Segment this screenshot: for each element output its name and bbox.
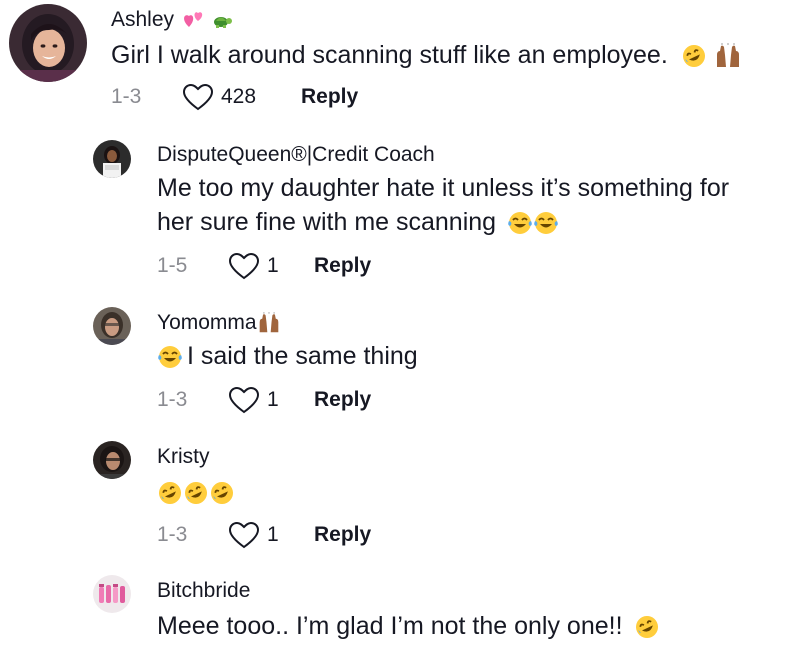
comment-date: 1-3 [157,388,188,411]
tears-of-joy-emoji-icon [157,344,183,370]
comment-username[interactable]: Kristy [157,445,210,469]
avatar-ashley[interactable] [9,4,87,82]
comment-text: I said the same thing [157,339,418,373]
comment-text [157,475,235,509]
comment-text: Me too my daughter hate it unless it’s s… [157,171,729,239]
comment-ashley: Ashley Girl I walk around scanning stuff… [0,0,790,130]
comment-meta: 1-3 1 Reply [157,520,457,550]
comment-text-line: Me too my daughter hate it unless it’s s… [157,174,730,202]
tears-of-joy-emoji-icon [507,210,533,236]
two-hearts-emoji-icon [183,10,205,30]
heart-outline-icon [229,521,259,549]
tears-of-joy-emoji-icon [533,210,559,236]
comment-username[interactable]: Yomomma [157,311,281,335]
comment-date: 1-3 [111,85,142,108]
raised-hands-emoji-icon [714,43,742,69]
comment-kristy: Kristy 1-3 1 Reply [0,435,790,570]
like-count: 428 [221,85,257,108]
reply-button[interactable]: Reply [301,82,358,112]
comment-text: Girl I walk around scanning stuff like a… [111,38,742,72]
comment-date: 1-3 [157,523,188,546]
rofl-emoji-icon [681,43,707,69]
like-count: 1 [267,523,279,546]
avatar-kristy[interactable] [93,441,131,479]
avatar-disputequeen[interactable] [93,140,131,178]
comment-text-content: Girl I walk around scanning stuff like a… [111,41,668,69]
rofl-emoji-icon [183,480,209,506]
comment-username[interactable]: DisputeQueen®|Credit Coach [157,143,435,167]
comment-disputequeen: DisputeQueen®|Credit Coach Me too my dau… [0,130,790,300]
username-text: Yomomma [157,311,257,334]
comment-meta: 1-3 428 Reply [111,82,411,112]
comment-username[interactable]: Bitchbride [157,579,250,603]
comment-text-content: Meee tooo.. I’m glad I’m not the only on… [157,612,623,640]
comment-bitchbride: Bitchbride Meee tooo.. I’m glad I’m not … [0,570,790,650]
comment-text-content: her sure fine with me scanning [157,208,497,236]
like-button[interactable]: 1 [229,251,279,281]
like-button[interactable]: 1 [229,520,279,550]
comment-date: 1-5 [157,254,188,277]
raised-hands-emoji-icon [257,312,281,334]
username-text: DisputeQueen®|Credit Coach [157,143,435,166]
reply-button[interactable]: Reply [314,385,371,415]
like-count: 1 [267,388,279,411]
like-button[interactable]: 428 [183,82,256,112]
username-text: Bitchbride [157,579,251,602]
rofl-emoji-icon [209,480,235,506]
username-text: Ashley [111,8,175,31]
reply-button[interactable]: Reply [314,520,371,550]
turtle-emoji-icon [211,10,233,30]
username-text: Kristy [157,445,210,468]
heart-outline-icon [183,83,213,111]
rofl-emoji-icon [157,480,183,506]
avatar-bitchbride[interactable] [93,575,131,613]
comment-meta: 1-3 1 Reply [157,385,457,415]
rofl-emoji-icon [634,614,660,640]
comment-meta: 1-5 1 Reply [157,251,457,281]
heart-outline-icon [229,386,259,414]
comment-text: Meee tooo.. I’m glad I’m not the only on… [157,609,660,643]
comment-text-content: I said the same thing [187,342,418,370]
reply-button[interactable]: Reply [314,251,371,281]
comment-username[interactable]: Ashley [111,8,233,32]
like-count: 1 [267,254,279,277]
like-button[interactable]: 1 [229,385,279,415]
avatar-yomomma[interactable] [93,307,131,345]
comment-text-line: her sure fine with me scanning [157,205,729,239]
heart-outline-icon [229,252,259,280]
comment-yomomma: Yomomma I said the same thing 1-3 1 Repl… [0,300,790,435]
